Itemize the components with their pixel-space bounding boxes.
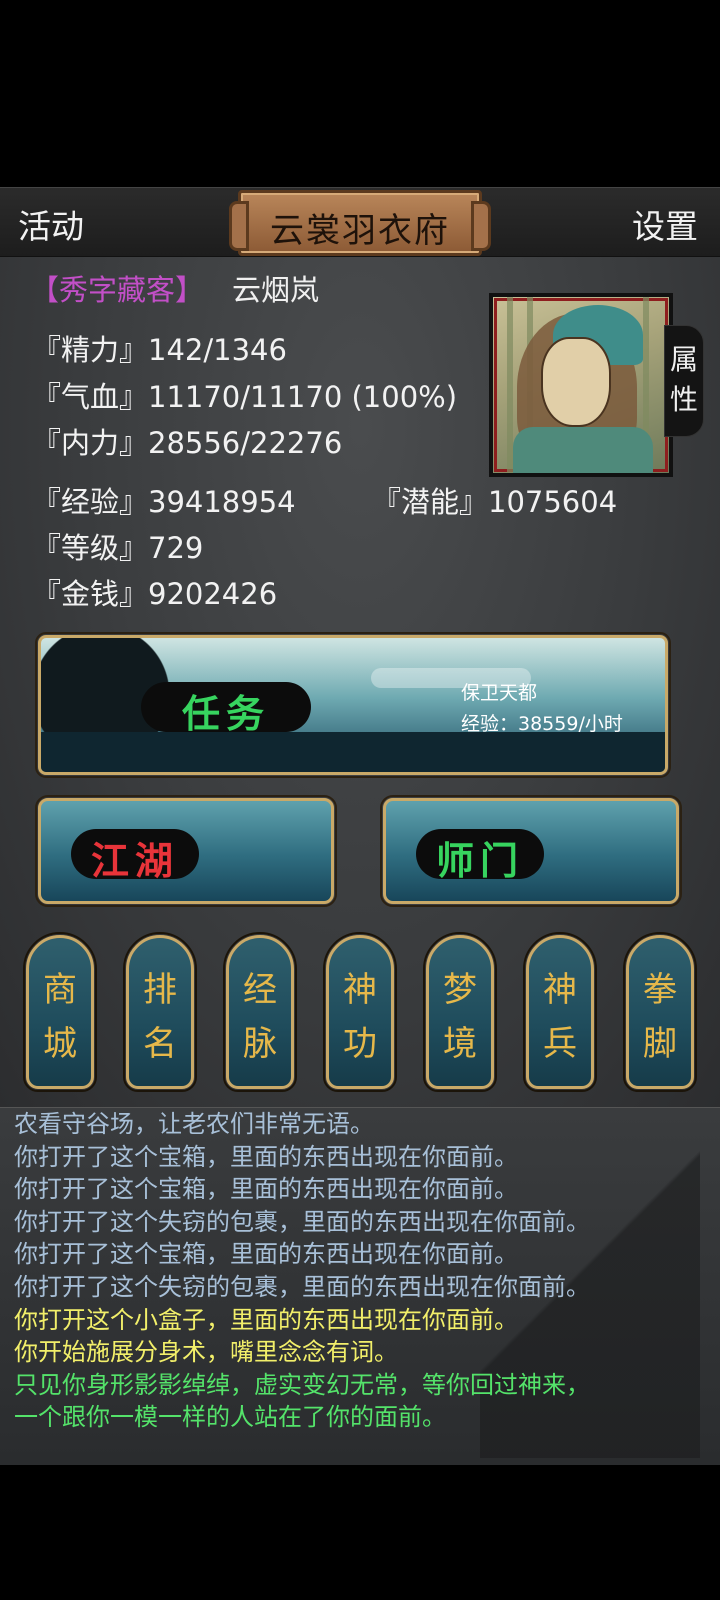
shimen-button[interactable]: 师门 bbox=[380, 795, 682, 907]
menu-char: 功 bbox=[343, 1024, 377, 1064]
menu-char: 境 bbox=[443, 1024, 477, 1064]
top-bar: 活动 云裳羽衣府 设置 bbox=[0, 187, 720, 257]
menu-char: 神 bbox=[543, 970, 577, 1010]
settings-button[interactable]: 设置 bbox=[632, 200, 698, 248]
menu-char: 经 bbox=[243, 970, 277, 1010]
log-line: 你打开了这个宝箱，里面的东西出现在你面前。 bbox=[14, 1175, 518, 1204]
menu-ranking-button[interactable]: 排 名 bbox=[123, 932, 197, 1092]
menu-char: 脚 bbox=[643, 1024, 677, 1064]
menu-char: 名 bbox=[143, 1024, 177, 1064]
log-line: 你打开这个小盒子，里面的东西出现在你面前。 bbox=[14, 1305, 518, 1334]
log-line: 你开始施展分身术，嘴里念念有词。 bbox=[14, 1338, 398, 1367]
stat-experience: 『经验』39418954 bbox=[32, 485, 296, 519]
mission-name: 保卫天都 bbox=[461, 682, 538, 704]
stat-level: 『等级』729 bbox=[32, 531, 204, 565]
mission-exp-rate: 经验：38559/小时 bbox=[461, 713, 623, 735]
stat-potential: 『潜能』1075604 bbox=[372, 485, 618, 519]
activity-button[interactable]: 活动 bbox=[18, 200, 84, 248]
mission-info: 保卫天都 经验：38559/小时 bbox=[461, 678, 623, 740]
menu-char: 神 bbox=[343, 970, 377, 1010]
attributes-tab[interactable]: 属性 bbox=[664, 325, 704, 437]
stat-hp: 『气血』11170/11170 (100%) bbox=[32, 380, 458, 414]
mission-label: 任务 bbox=[181, 691, 270, 736]
menu-fist-kick-button[interactable]: 拳 脚 bbox=[623, 932, 697, 1092]
menu-dream-button[interactable]: 梦 境 bbox=[423, 932, 497, 1092]
menu-char: 兵 bbox=[543, 1024, 577, 1064]
log-line: 你打开了这个宝箱，里面的东西出现在你面前。 bbox=[14, 1142, 518, 1171]
jianghu-button[interactable]: 江湖 bbox=[35, 795, 337, 907]
menu-divine-skill-button[interactable]: 神 功 bbox=[323, 932, 397, 1092]
log-line: 一个跟你一模一样的人站在了你的面前。 bbox=[14, 1403, 446, 1432]
menu-char: 城 bbox=[43, 1024, 77, 1064]
stat-money: 『金钱』9202426 bbox=[32, 577, 278, 611]
menu-char: 拳 bbox=[643, 970, 677, 1010]
stat-energy: 『精力』142/1346 bbox=[32, 333, 287, 367]
message-log[interactable]: 农看守谷场，让老农们非常无语。 你打开了这个宝箱，里面的东西出现在你面前。 你打… bbox=[0, 1107, 720, 1465]
log-line: 农看守谷场，让老农们非常无语。 bbox=[14, 1110, 374, 1138]
log-line: 你打开了这个宝箱，里面的东西出现在你面前。 bbox=[14, 1240, 518, 1269]
location-title-plaque: 云裳羽衣府 bbox=[229, 190, 491, 256]
log-line: 只见你身形影影绰绰，虚实变幻无常，等你回过神来， bbox=[14, 1370, 590, 1399]
stat-inner-power: 『内力』28556/22276 bbox=[32, 426, 343, 460]
mission-banner[interactable]: 任务 保卫天都 经验：38559/小时 bbox=[35, 632, 671, 778]
menu-meridian-button[interactable]: 经 脉 bbox=[223, 932, 297, 1092]
log-line: 你打开了这个失窃的包裹，里面的东西出现在你面前。 bbox=[14, 1207, 590, 1236]
location-title: 云裳羽衣府 bbox=[270, 211, 450, 251]
shimen-label: 师门 bbox=[435, 838, 524, 883]
main-panel: 【秀字藏客】 云烟岚 『精力』142/1346 『气血』11170/11170 … bbox=[0, 257, 720, 1107]
menu-divine-weapon-button[interactable]: 神 兵 bbox=[523, 932, 597, 1092]
menu-char: 排 bbox=[143, 970, 177, 1010]
jianghu-label: 江湖 bbox=[90, 838, 179, 883]
menu-shop-button[interactable]: 商 城 bbox=[23, 932, 97, 1092]
menu-char: 梦 bbox=[443, 970, 477, 1010]
character-title-tag: 【秀字藏客】 bbox=[30, 273, 205, 307]
log-line: 你打开了这个失窃的包裹，里面的东西出现在你面前。 bbox=[14, 1272, 590, 1301]
menu-char: 商 bbox=[43, 970, 77, 1010]
character-name: 云烟岚 bbox=[232, 273, 320, 307]
character-portrait[interactable] bbox=[489, 293, 673, 477]
menu-char: 脉 bbox=[243, 1024, 277, 1064]
